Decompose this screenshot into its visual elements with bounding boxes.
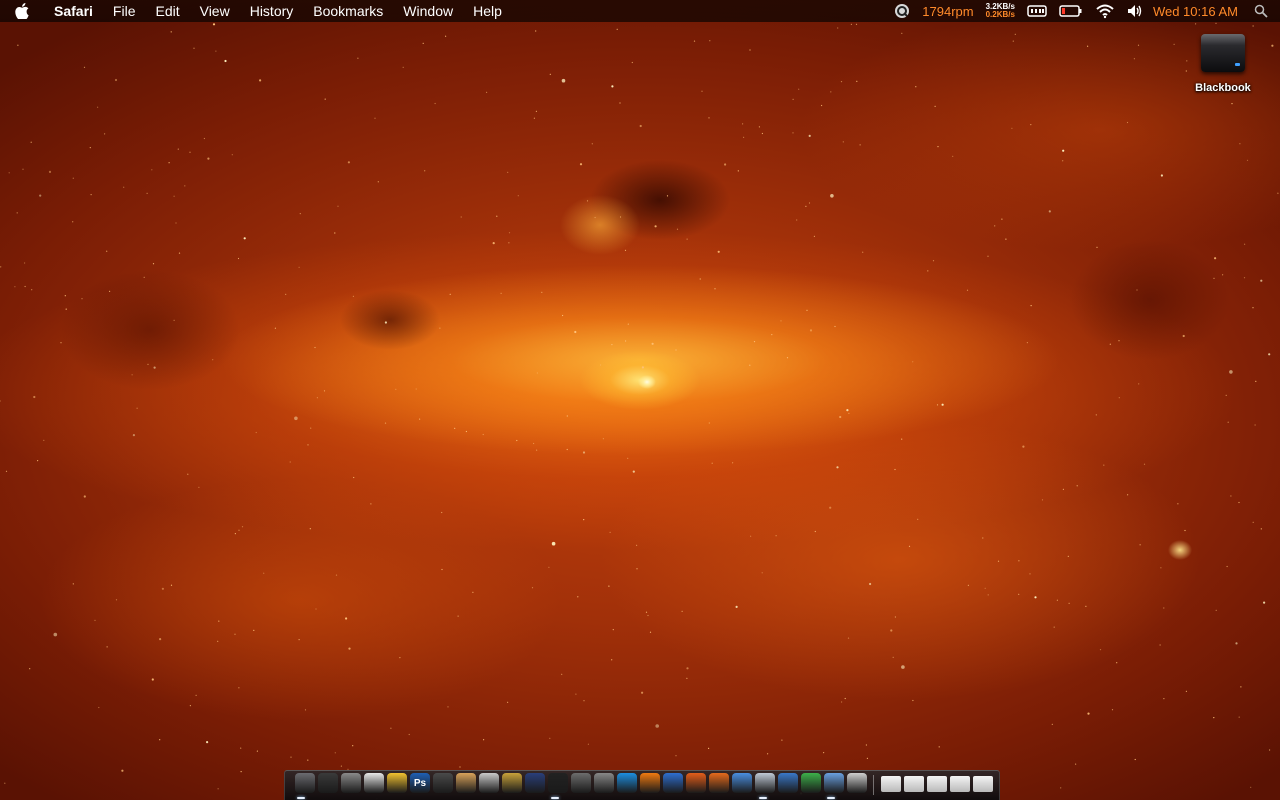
desktop-drive-blackbook[interactable]: Blackbook [1186, 34, 1260, 94]
dock-documents-folder-icon[interactable] [904, 776, 924, 792]
apple-icon [15, 3, 29, 19]
spotlight-menu[interactable] [1248, 0, 1280, 22]
spotlight-icon [1254, 4, 1268, 18]
dock-trash-icon[interactable] [973, 776, 993, 792]
dock-screenshot-icon[interactable] [341, 773, 361, 793]
dock-running-indicator [297, 797, 305, 799]
menu-help[interactable]: Help [463, 0, 512, 22]
dock-safari-icon[interactable] [755, 773, 775, 793]
dock-aperture-icon[interactable] [433, 773, 453, 793]
volume-icon [1127, 5, 1142, 17]
dock-running-indicator [759, 797, 767, 799]
fan-speed-readout[interactable]: 1794rpm [916, 0, 979, 22]
menu-extras: 1794rpm 3.2KB/s 0.2KB/s Wed 10:16 AM [888, 0, 1280, 22]
wifi-icon [1096, 4, 1114, 19]
apple-menu[interactable] [0, 0, 44, 22]
menu-bookmarks[interactable]: Bookmarks [303, 0, 393, 22]
dock-photoshop-icon[interactable]: Ps [410, 773, 430, 793]
hard-drive-icon [1201, 34, 1245, 72]
wifi-menu[interactable] [1089, 0, 1121, 22]
dock-pixelmator-icon[interactable] [295, 773, 315, 793]
menu-edit[interactable]: Edit [145, 0, 189, 22]
quicksilver-menu[interactable] [888, 0, 916, 22]
dock-desktop-folder-icon[interactable] [950, 776, 970, 792]
dock-things-icon[interactable] [387, 773, 407, 793]
dock-final-cut-icon[interactable] [548, 773, 568, 793]
dock-downloads-folder-icon[interactable] [927, 776, 947, 792]
dock-iphoto-icon[interactable] [456, 773, 476, 793]
quicksilver-icon [895, 4, 910, 18]
memory-menu[interactable] [1021, 0, 1053, 22]
menu-window[interactable]: Window [393, 0, 463, 22]
menu-bar: Safari File Edit View History Bookmarks … [0, 0, 1280, 22]
dock-terminal-icon[interactable] [847, 773, 867, 793]
memory-icon [1027, 5, 1047, 17]
dock-quicktime-icon[interactable] [617, 773, 637, 793]
battery-icon [1059, 5, 1082, 17]
dock-xcode-icon[interactable] [571, 773, 591, 793]
dock-running-indicator [551, 797, 559, 799]
menu-file[interactable]: File [103, 0, 146, 22]
menu-clock[interactable]: Wed 10:16 AM [1149, 0, 1248, 22]
dock-ical-icon[interactable] [364, 773, 384, 793]
starfield-background [0, 22, 1279, 800]
dock-firefox-icon[interactable] [709, 773, 729, 793]
dock-vlc-icon[interactable] [640, 773, 660, 793]
dock-messenger-icon[interactable] [801, 773, 821, 793]
network-rate-readout[interactable]: 3.2KB/s 0.2KB/s [980, 3, 1021, 19]
dock-finder-icon[interactable] [732, 773, 752, 793]
dock: Ps [284, 770, 1000, 800]
net-download-rate: 0.2KB/s [985, 10, 1015, 19]
dock-automator-icon[interactable] [594, 773, 614, 793]
dock-applications-folder-icon[interactable] [881, 776, 901, 792]
dock-idvd-icon[interactable] [525, 773, 545, 793]
menu-history[interactable]: History [240, 0, 304, 22]
dock-photo-booth-icon[interactable] [778, 773, 798, 793]
menu-app-safari[interactable]: Safari [44, 0, 103, 22]
volume-menu[interactable] [1121, 0, 1149, 22]
dock-powerpoint-icon[interactable] [686, 773, 706, 793]
dock-dashboard-icon[interactable] [318, 773, 338, 793]
menu-view[interactable]: View [190, 0, 240, 22]
dock-preview-icon[interactable] [479, 773, 499, 793]
dock-separator [873, 775, 874, 795]
dock-imovie-icon[interactable] [502, 773, 522, 793]
dock-mail-icon[interactable] [824, 773, 844, 793]
dock-word-icon[interactable] [663, 773, 683, 793]
battery-menu[interactable] [1053, 0, 1089, 22]
dock-running-indicator [827, 797, 835, 799]
drive-label: Blackbook [1195, 82, 1251, 94]
